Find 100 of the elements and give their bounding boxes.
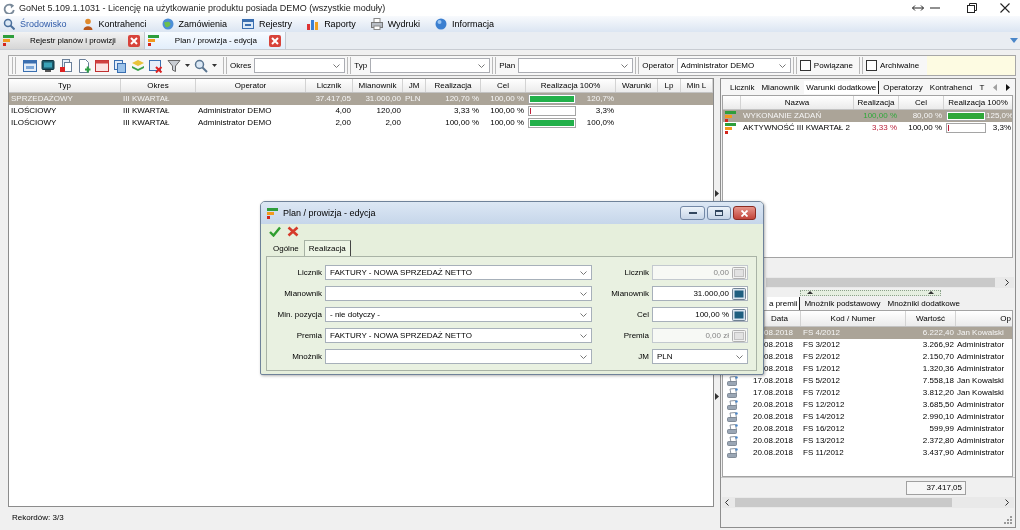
- checkbox-label: Powiązane: [813, 61, 853, 70]
- column-header[interactable]: Min L: [681, 79, 713, 92]
- horizontal-scrollbar[interactable]: [766, 277, 1014, 288]
- column-header[interactable]: Op: [956, 311, 1012, 326]
- field-label: Typ: [354, 61, 368, 70]
- magnifier-icon[interactable]: [194, 58, 208, 73]
- tab[interactable]: a premii: [767, 297, 801, 310]
- column-header[interactable]: Realizacja: [854, 96, 899, 109]
- dropdown-field[interactable]: [325, 349, 592, 364]
- column-header[interactable]: Licznik: [306, 79, 353, 92]
- menu-item[interactable]: Kontrahenci: [81, 17, 147, 31]
- filter-icon[interactable]: [167, 58, 181, 73]
- caret-down-icon[interactable]: [212, 64, 217, 67]
- chevron-left-icon[interactable]: [725, 499, 729, 506]
- table-row[interactable]: 20.08.2018 FS 16/2012 599,99 Administrator: [723, 423, 1012, 435]
- tab[interactable]: Mianownik: [759, 80, 803, 94]
- close-button[interactable]: [733, 206, 756, 220]
- tab[interactable]: Ogólne: [268, 241, 304, 256]
- resize-grip-icon[interactable]: [1004, 516, 1012, 524]
- number-field[interactable]: 100,00 %: [652, 307, 748, 322]
- column-header[interactable]: JM: [403, 79, 426, 92]
- tab[interactable]: Mnożnik podstawowy: [802, 297, 884, 310]
- minimize-button[interactable]: [680, 206, 705, 220]
- scrollbar-thumb[interactable]: [735, 498, 952, 507]
- table-row[interactable]: 20.08.2018 FS 12/2012 3.685,50 Administrator: [723, 399, 1012, 411]
- column-header[interactable]: Kod / Numer: [801, 311, 906, 326]
- dropdown-field[interactable]: [325, 286, 592, 301]
- screen-icon[interactable]: [732, 287, 746, 300]
- number-field[interactable]: 31.000,00: [652, 286, 748, 301]
- column-header[interactable]: Wartość: [906, 311, 956, 326]
- arrow-right-icon[interactable]: [1006, 83, 1010, 91]
- table-row[interactable]: 17.08.2018 FS 5/2012 7.558,18 Jan Kowalski: [723, 375, 1012, 387]
- dropdown-field[interactable]: PLN: [652, 349, 748, 364]
- dropdown-field[interactable]: [370, 58, 491, 73]
- column-header[interactable]: Operator: [196, 79, 306, 92]
- window-icon[interactable]: [23, 58, 37, 73]
- table-row[interactable]: 20.08.2018 FS 13/2012 2.372,80 Administrator: [723, 435, 1012, 447]
- menu-item[interactable]: Raporty: [307, 17, 356, 31]
- column-header[interactable]: Typ: [9, 79, 121, 92]
- dropdown-arrow-icon[interactable]: [1010, 38, 1018, 43]
- column-header[interactable]: Cel: [481, 79, 526, 92]
- horizontal-scrollbar[interactable]: [722, 497, 1014, 508]
- column-header[interactable]: Warunki: [616, 79, 658, 92]
- close-icon[interactable]: [1000, 3, 1010, 13]
- chevron-right-icon[interactable]: [1005, 279, 1009, 286]
- double-arrow-icon[interactable]: [912, 5, 924, 11]
- caret-down-icon[interactable]: [185, 64, 190, 67]
- window-icon[interactable]: [95, 58, 109, 73]
- table-row[interactable]: 17.08.2018 FS 7/2012 3.812,20 Jan Kowalski: [723, 387, 1012, 399]
- table-cell-text: ILOŚCIOWY: [10, 117, 58, 129]
- column-header[interactable]: Cel: [899, 96, 944, 109]
- dropdown-field[interactable]: [254, 58, 346, 73]
- chevron-right-icon[interactable]: [1005, 499, 1009, 506]
- menu-item[interactable]: Rejestry: [242, 17, 293, 31]
- add-document-icon[interactable]: [77, 58, 91, 73]
- column-header[interactable]: Data: [765, 311, 801, 326]
- column-header[interactable]: Realizacja 100%: [526, 79, 616, 92]
- dropdown-field[interactable]: FAKTURY - NOWA SPRZEDAŻ NETTO: [325, 265, 592, 280]
- copy-icon[interactable]: [113, 58, 127, 73]
- check-icon[interactable]: [269, 226, 281, 237]
- tab[interactable]: Licznik: [728, 80, 758, 94]
- table-row[interactable]: ILOŚCIOWY III KWARTAŁ Administrator DEMO 4,00 120,00 3,33 % 100,00 % 3,3%: [9, 105, 713, 117]
- menu-item[interactable]: Zamówienia: [161, 17, 228, 31]
- tab[interactable]: Warunki dodatkowe: [804, 80, 880, 94]
- dropdown-field[interactable]: [518, 58, 634, 73]
- monitor-icon[interactable]: [41, 58, 55, 73]
- document-tab[interactable]: Plan / prowizja - edycja: [144, 32, 287, 49]
- menu-item[interactable]: Środowisko: [3, 17, 67, 31]
- splitter-handle[interactable]: [800, 289, 941, 296]
- scrollbar-thumb[interactable]: [766, 278, 995, 287]
- restore-icon[interactable]: [967, 3, 977, 13]
- tab[interactable]: Operatorzy: [881, 80, 926, 94]
- maximize-button[interactable]: [707, 206, 731, 220]
- menu-item[interactable]: Wydruki: [370, 17, 421, 31]
- column-header[interactable]: Lp: [658, 79, 681, 92]
- table-row[interactable]: 20.08.2018 FS 14/2012 2.990,10 Administrator: [723, 411, 1012, 423]
- table-row[interactable]: 20.08.2018 FS 11/2012 3.437,90 Administrator: [723, 447, 1012, 459]
- column-header[interactable]: Mianownik: [353, 79, 403, 92]
- column-header[interactable]: Okres: [121, 79, 196, 92]
- table-row[interactable]: ILOŚCIOWY III KWARTAŁ Administrator DEMO 2,00 2,00 100,00 % 100,00 % 100,0%: [9, 117, 713, 129]
- table-row[interactable]: AKTYWNOŚĆ III KWARTAŁ 2 3,33 % 100,00 % 3,3%: [723, 122, 1012, 134]
- tab[interactable]: Mnożniki dodatkowe: [885, 297, 963, 310]
- column-header[interactable]: Realizacja 100%: [944, 96, 1012, 109]
- document-tab[interactable]: Rejestr planów i prowizji: [0, 32, 145, 49]
- checkbox[interactable]: [799, 60, 811, 71]
- tab[interactable]: T: [977, 80, 988, 94]
- delete-window-icon[interactable]: [149, 58, 163, 73]
- documents-icon[interactable]: [59, 58, 73, 73]
- dropdown-field[interactable]: Administrator DEMO: [676, 58, 791, 73]
- column-header[interactable]: Realizacja: [426, 79, 481, 92]
- dropdown-field[interactable]: - nie dotyczy -: [325, 307, 592, 322]
- table-cell-text: WYKONANIE ZADAŃ: [742, 110, 823, 122]
- menu-item[interactable]: Informacja: [435, 17, 495, 31]
- tab[interactable]: Realizacja: [303, 240, 351, 256]
- stack-icon[interactable]: [131, 58, 145, 73]
- dropdown-field[interactable]: FAKTURY - NOWA SPRZEDAŻ NETTO: [325, 328, 592, 343]
- tab[interactable]: Kontrahenci: [927, 80, 976, 94]
- column-header[interactable]: Nazwa: [741, 96, 854, 109]
- screen-icon[interactable]: [732, 308, 746, 321]
- checkbox[interactable]: [866, 60, 877, 71]
